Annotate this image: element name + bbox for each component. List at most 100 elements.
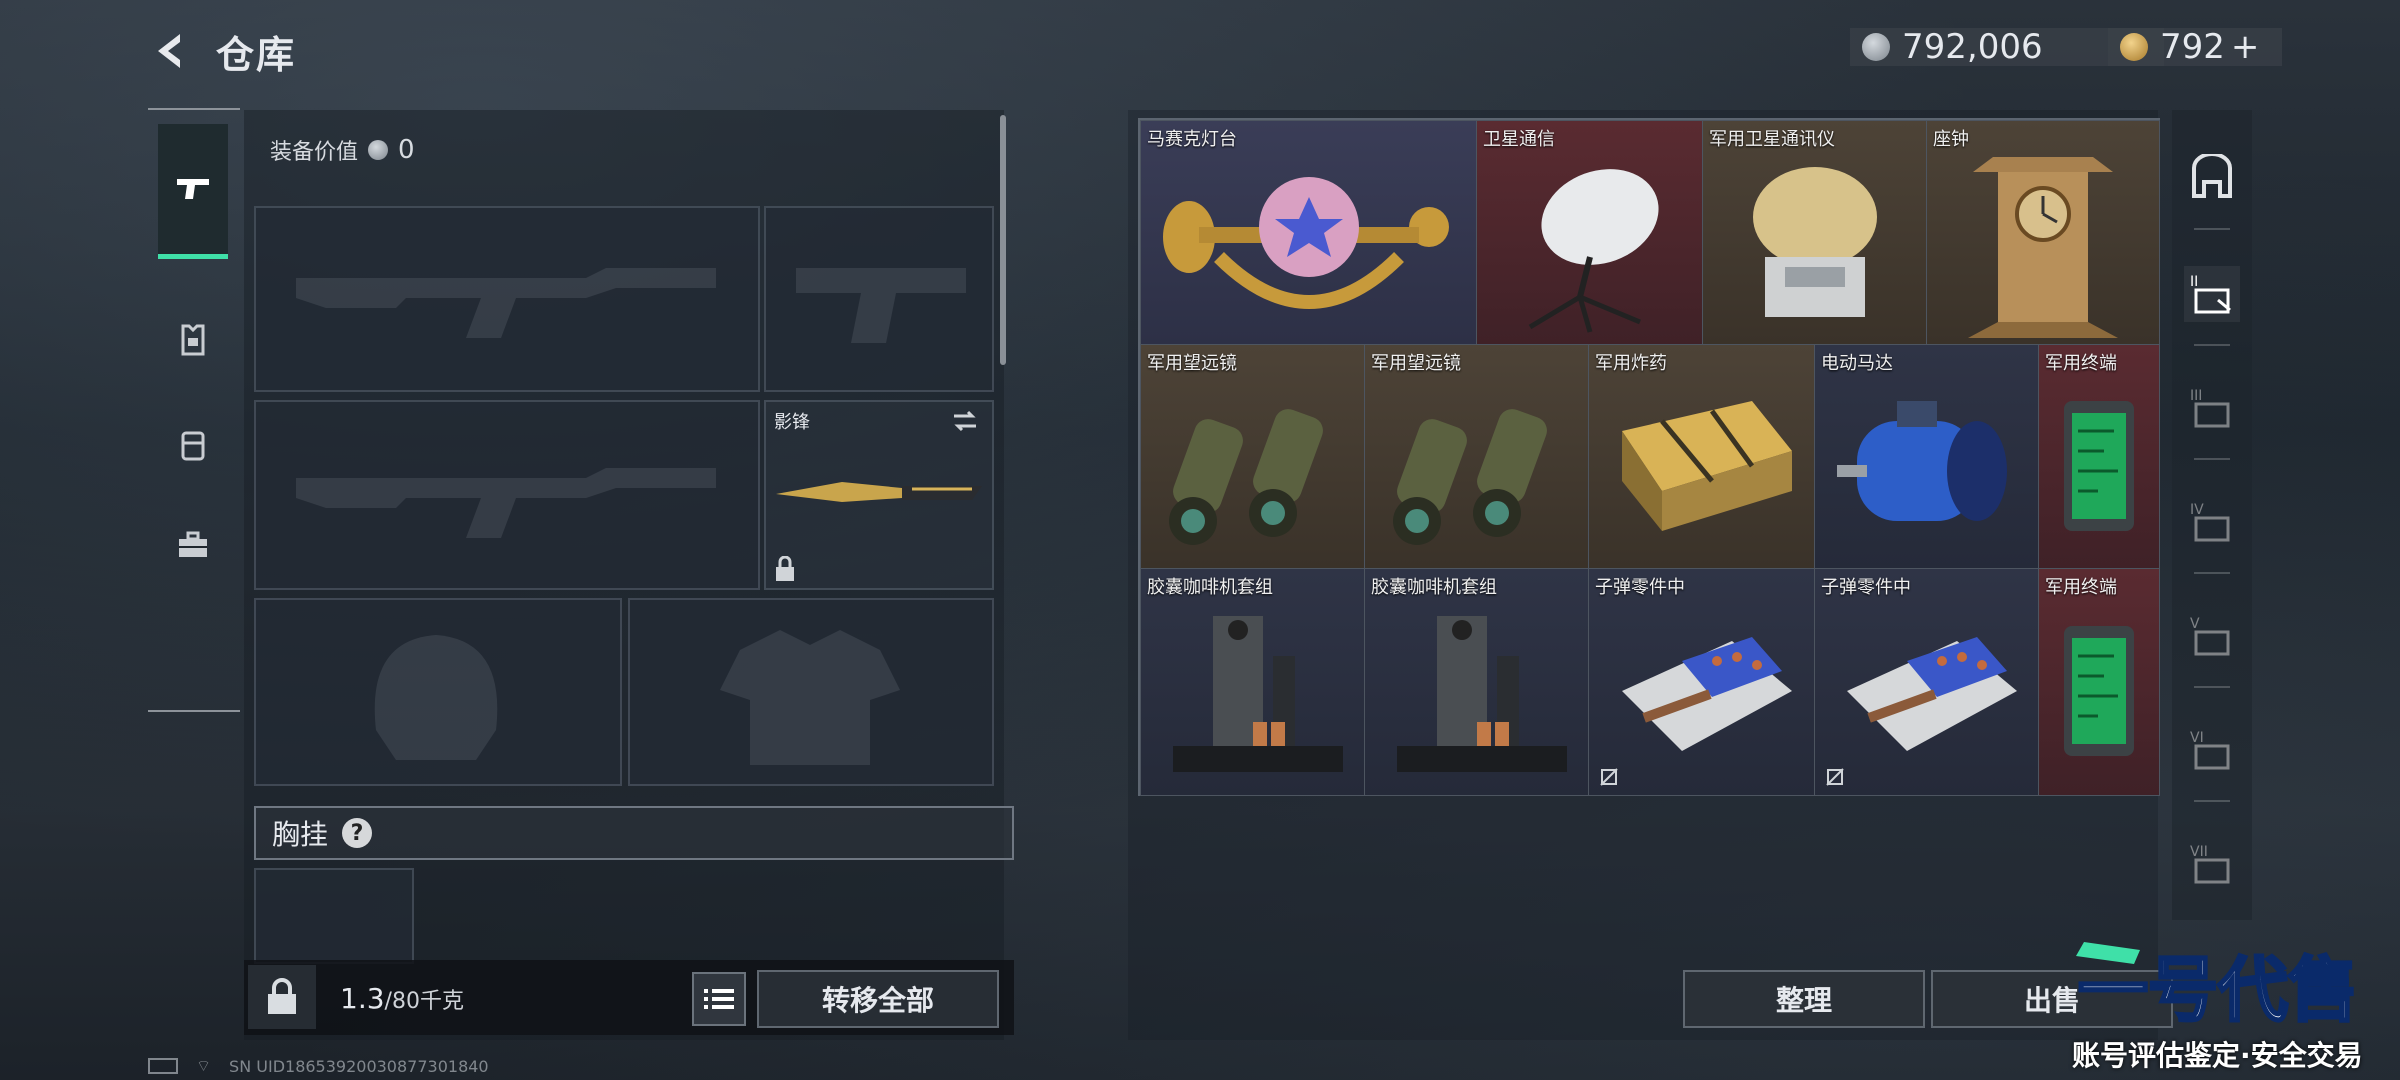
loadout-category-nav xyxy=(148,108,240,712)
tab-storage-iii[interactable]: III xyxy=(2184,380,2240,436)
item-mosaic-lamp[interactable]: 马赛克灯台 xyxy=(1140,120,1478,346)
briefcase-icon xyxy=(179,531,207,557)
tab-storage-v[interactable]: V xyxy=(2184,608,2240,664)
gold-add-icon[interactable]: + xyxy=(2231,27,2260,67)
satellite-dish-icon xyxy=(1528,169,1659,333)
item-military-terminal[interactable]: 军用终端 xyxy=(2038,568,2160,796)
chest-rig-slot[interactable] xyxy=(254,868,414,964)
swap-icon[interactable] xyxy=(950,408,980,434)
storage-page-icon: III xyxy=(2190,388,2230,428)
tab-armor[interactable] xyxy=(158,305,228,375)
terminal-icon xyxy=(2064,400,2134,531)
bullet-parts-icon xyxy=(1622,637,1792,752)
svg-text:VI: VI xyxy=(2190,730,2204,746)
gold-currency[interactable]: 792 + xyxy=(2108,27,2282,67)
binoculars-icon xyxy=(1169,409,1323,545)
silver-coin-icon xyxy=(368,140,389,160)
clock-icon xyxy=(1968,156,2118,338)
bullet-parts-icon xyxy=(1847,637,2017,752)
watermark-tagline: 账号评估鉴定·安全交易 xyxy=(2072,1039,2363,1072)
item-binoculars[interactable]: 军用望远镜 xyxy=(1364,344,1590,570)
watermark-brand: 一号代售 xyxy=(2078,949,2358,1031)
gold-amount: 792 xyxy=(2160,27,2225,67)
equipment-value: 装备价值 0 xyxy=(270,134,415,166)
transfer-all-button[interactable]: 转移全部 xyxy=(757,970,999,1028)
second-primary-weapon-slot[interactable] xyxy=(254,400,760,590)
tab-backpack[interactable] xyxy=(158,410,228,480)
storage-page-icon: VII xyxy=(2190,844,2230,884)
chest-rig-header: 胸挂 ? xyxy=(254,806,1014,860)
lock-icon xyxy=(268,978,296,1014)
storage-page-icon: IV xyxy=(2190,502,2230,542)
item-explosives[interactable]: 军用炸药 xyxy=(1588,344,1816,570)
pistol-silhouette-icon xyxy=(796,268,966,343)
device-serial: SN UID18653920030877301840 xyxy=(229,1056,489,1076)
item-bullet-parts[interactable]: 子弹零件中 xyxy=(1588,568,1816,796)
tab-case[interactable] xyxy=(158,510,228,580)
item-mantel-clock[interactable]: 座钟 xyxy=(1926,120,2160,346)
tab-storage-home[interactable] xyxy=(2184,150,2240,206)
loadout-scrollbar[interactable] xyxy=(1000,115,1006,365)
melee-slot[interactable]: 影锋 xyxy=(764,400,994,590)
primary-weapon-slot[interactable] xyxy=(254,206,760,392)
sort-button[interactable]: 整理 xyxy=(1683,970,1925,1028)
item-military-sat-comm[interactable]: 军用卫星通讯仪 xyxy=(1702,120,1928,346)
mosaic-lamp-icon xyxy=(1163,176,1449,309)
terminal-icon xyxy=(2064,626,2134,757)
item-name: 军用终端 xyxy=(2045,353,2117,374)
back-arrow-icon xyxy=(158,34,180,68)
body-armor-slot[interactable] xyxy=(628,598,994,786)
weight-display: 1.3/80千克 xyxy=(340,982,464,1015)
list-icon xyxy=(704,989,734,1009)
explosives-icon xyxy=(1622,400,1792,531)
tab-storage-iv[interactable]: IV xyxy=(2184,494,2240,550)
gold-coin-icon xyxy=(2120,33,2148,61)
no-insurance-icon xyxy=(1600,768,1618,786)
backpack-icon xyxy=(181,431,205,461)
help-icon[interactable]: ? xyxy=(342,818,373,848)
back-button[interactable] xyxy=(150,30,192,72)
coffee-machine-icon xyxy=(1173,616,1343,773)
svg-text:VII: VII xyxy=(2190,844,2208,860)
lock-button[interactable] xyxy=(248,965,316,1029)
tab-weapons[interactable] xyxy=(158,124,228,259)
storage-page-icon: V xyxy=(2190,616,2230,656)
item-name: 子弹零件中 xyxy=(1595,577,1685,598)
secondary-weapon-slot[interactable] xyxy=(764,206,994,392)
storage-page-icon: VI xyxy=(2190,730,2230,770)
pistol-icon xyxy=(177,179,209,199)
coffee-machine-icon xyxy=(1397,616,1567,773)
tab-storage-ii[interactable]: II xyxy=(2184,266,2240,322)
helmet-slot[interactable] xyxy=(254,598,622,786)
list-view-button[interactable] xyxy=(692,972,746,1026)
storage-page-nav: II III IV V VI VII xyxy=(2172,110,2252,920)
equipment-value-amount: 0 xyxy=(398,135,415,165)
rifle-silhouette-icon xyxy=(296,468,716,538)
silver-amount: 792,006 xyxy=(1902,27,2043,67)
item-name: 军用终端 xyxy=(2045,577,2117,598)
armor-vest-icon xyxy=(181,324,205,356)
page-title: 仓库 xyxy=(216,33,297,77)
melee-name: 影锋 xyxy=(774,412,810,433)
wifi-icon: ⌔ xyxy=(196,1056,212,1075)
item-electric-motor[interactable]: 电动马达 xyxy=(1814,344,2040,570)
item-bullet-parts[interactable]: 子弹零件中 xyxy=(1814,568,2040,796)
tab-storage-vii[interactable]: VII xyxy=(2184,836,2240,892)
binoculars-icon xyxy=(1393,409,1547,545)
item-name: 子弹零件中 xyxy=(1821,577,1911,598)
weight-value: 1.3 xyxy=(340,982,385,1015)
motor-icon xyxy=(1837,400,2007,521)
knife-icon xyxy=(776,482,982,502)
item-capsule-coffee-set[interactable]: 胶囊咖啡机套组 xyxy=(1140,568,1366,796)
rifle-silhouette-icon xyxy=(296,268,716,338)
battery-icon xyxy=(148,1058,178,1074)
storage-grid: 马赛克灯台 卫星通信 军用卫星通讯仪 座钟 军用望远镜 军用望远镜 军用炸药 电… xyxy=(1138,118,2160,796)
item-binoculars[interactable]: 军用望远镜 xyxy=(1140,344,1366,570)
item-capsule-coffee-set[interactable]: 胶囊咖啡机套组 xyxy=(1364,568,1590,796)
tab-storage-vi[interactable]: VI xyxy=(2184,722,2240,778)
storage-page-icon: II xyxy=(2190,274,2231,314)
item-military-terminal[interactable]: 军用终端 xyxy=(2038,344,2160,570)
sat-comm-device-icon xyxy=(1753,166,1877,317)
svg-text:II: II xyxy=(2190,274,2198,290)
item-satellite-comm[interactable]: 卫星通信 xyxy=(1476,120,1704,346)
